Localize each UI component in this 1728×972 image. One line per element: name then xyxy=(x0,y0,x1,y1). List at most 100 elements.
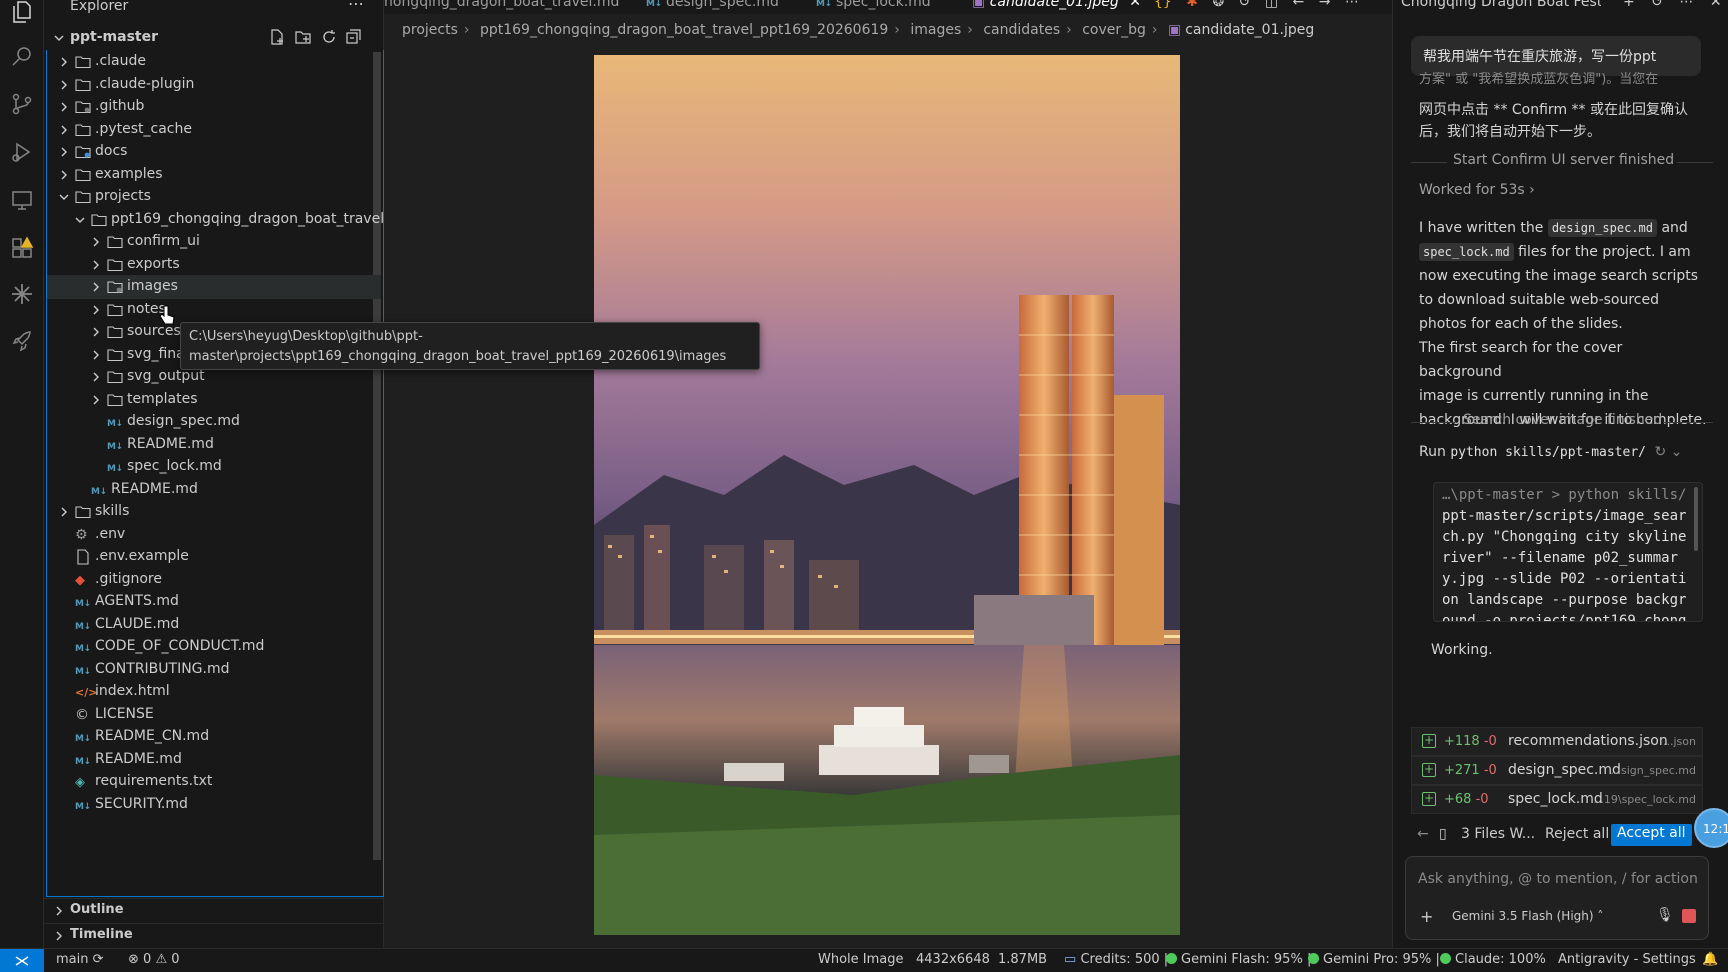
close-tab-icon[interactable]: ✕ xyxy=(1129,0,1141,10)
search-icon[interactable] xyxy=(10,44,34,68)
chat-input[interactable] xyxy=(1418,867,1698,891)
problems-indicator[interactable]: ⊗ 0 ⚠ 0 xyxy=(128,952,180,967)
chevron-down-icon[interactable]: ⌄ xyxy=(1671,444,1683,460)
extensions-warning-icon[interactable] xyxy=(10,236,34,260)
close-icon[interactable]: ✕ xyxy=(1710,0,1722,10)
branch-indicator[interactable]: main ⟳ xyxy=(56,952,104,967)
breadcrumb-item[interactable]: candidate_01.jpeg xyxy=(1185,22,1314,38)
claude-icon[interactable]: ✱ xyxy=(1186,0,1198,10)
breadcrumb-item[interactable]: candidates xyxy=(983,22,1060,38)
remote-explorer-icon[interactable] xyxy=(10,188,34,212)
stop-icon[interactable] xyxy=(1682,909,1696,923)
back-arrow-icon[interactable]: ← xyxy=(1293,0,1305,10)
more-actions-icon[interactable]: ⋯ xyxy=(1345,0,1359,10)
tree-file[interactable]: M↓ CLAUDE.md xyxy=(47,613,381,637)
tab-travel-md[interactable]: hongqing_dragon_boat_travel.md xyxy=(384,0,619,14)
new-file-icon[interactable] xyxy=(268,28,288,48)
tree-folder[interactable]: confirm_ui xyxy=(47,230,381,254)
breadcrumb-item[interactable]: projects xyxy=(402,22,458,38)
tree-folder[interactable]: notes xyxy=(47,298,381,322)
tree-folder[interactable]: .pytest_cache xyxy=(47,118,381,142)
tree-file[interactable]: M↓ CODE_OF_CONDUCT.md xyxy=(47,635,381,659)
tree-file[interactable]: M↓ README.md xyxy=(47,748,381,772)
tree-file[interactable]: M↓ SECURITY.md xyxy=(47,793,381,817)
history-icon[interactable]: ↺ xyxy=(1239,0,1251,10)
tree-folder[interactable]: images xyxy=(47,275,381,299)
tree-folder[interactable]: projects xyxy=(47,185,381,209)
braces-icon[interactable]: {} xyxy=(1154,0,1172,10)
new-chat-icon[interactable]: + xyxy=(1623,0,1635,10)
tree-file[interactable]: M↓ README_CN.md xyxy=(47,725,381,749)
claude-quota[interactable]: Claude: 100% xyxy=(1440,952,1546,967)
tree-item-label: examples xyxy=(95,165,163,182)
outline-section[interactable]: Outline xyxy=(44,898,384,922)
tree-folder[interactable]: templates xyxy=(47,388,381,412)
add-context-icon[interactable]: + xyxy=(1420,907,1433,926)
tree-file[interactable]: ◈ requirements.txt xyxy=(47,770,381,794)
tree-folder[interactable]: examples xyxy=(47,163,381,187)
microphone-icon[interactable]: 🎙 xyxy=(1656,907,1674,923)
tree-folder[interactable]: .github xyxy=(47,95,381,119)
gemini-flash-quota[interactable]: Gemini Flash: 95% | xyxy=(1166,952,1311,967)
sparkle-icon[interactable] xyxy=(10,282,34,306)
tree-file[interactable]: © LICENSE xyxy=(47,703,381,727)
run-debug-icon[interactable] xyxy=(10,140,34,164)
changed-file-row[interactable]: + +271 -0 design_spec.md ...sign_spec.md xyxy=(1411,756,1703,785)
tree-file[interactable]: M↓ README.md xyxy=(47,433,381,457)
tab-candidate-image[interactable]: ▣ candidate_01.jpeg ✕ xyxy=(972,0,1141,14)
credits-indicator[interactable]: ▭ Credits: 500 | xyxy=(1064,952,1168,967)
notifications-bell-icon[interactable]: 🔔 xyxy=(1702,952,1718,967)
collapse-all-icon[interactable] xyxy=(344,28,364,48)
explorer-icon[interactable] xyxy=(10,0,34,24)
chevron-right-icon: › xyxy=(1066,22,1072,38)
remote-indicator[interactable] xyxy=(0,949,44,972)
run-command-row[interactable]: Run python skills/ppt-master/ ↻ ⌄ xyxy=(1419,440,1682,465)
changed-file-row[interactable]: + +68 -0 spec_lock.md ...19\spec_lock.md xyxy=(1411,785,1703,814)
gemini-pro-quota[interactable]: Gemini Pro: 95% | xyxy=(1308,952,1440,967)
breadcrumb-item[interactable]: cover_bg xyxy=(1082,22,1146,38)
changed-file-row[interactable]: + +118 -0 recommendations.json ...json xyxy=(1411,727,1703,756)
rocket-icon[interactable] xyxy=(10,330,34,354)
tree-file[interactable]: M↓ README.md xyxy=(47,478,381,502)
tree-file[interactable]: M↓ CONTRIBUTING.md xyxy=(47,658,381,682)
forward-arrow-icon[interactable]: → xyxy=(1319,0,1331,10)
openai-icon[interactable]: ❂ xyxy=(1212,0,1224,10)
worked-for-toggle[interactable]: Worked for 53s › xyxy=(1419,182,1535,198)
workspace-root[interactable]: ppt-master xyxy=(44,26,384,50)
tree-file[interactable]: ◆ .gitignore xyxy=(47,568,381,592)
breadcrumb-item[interactable]: images xyxy=(910,22,961,38)
tab-spec-lock[interactable]: M↓ spec_lock.md xyxy=(816,0,931,14)
image-dimensions: 4432x6648 xyxy=(916,952,990,967)
timer-badge[interactable]: 12:1 xyxy=(1694,808,1728,848)
tree-folder[interactable]: exports xyxy=(47,253,381,277)
reject-all-button[interactable]: Reject all xyxy=(1545,826,1609,842)
accept-all-button[interactable]: Accept all xyxy=(1611,824,1692,846)
new-folder-icon[interactable] xyxy=(294,28,314,48)
view-mode[interactable]: Whole Image xyxy=(818,952,904,967)
tree-folder[interactable]: docs xyxy=(47,140,381,164)
more-actions-icon[interactable]: ⋯ xyxy=(348,0,364,13)
tree-folder[interactable]: .claude xyxy=(47,50,381,74)
split-editor-icon[interactable]: ◫ xyxy=(1265,0,1278,10)
working-status: Working. xyxy=(1431,642,1493,658)
refresh-icon[interactable] xyxy=(320,28,340,48)
tree-file[interactable]: M↓ AGENTS.md xyxy=(47,590,381,614)
tree-folder[interactable]: .claude-plugin xyxy=(47,73,381,97)
more-actions-icon[interactable]: ⋯ xyxy=(1679,0,1693,10)
tab-design-spec[interactable]: M↓ design_spec.md xyxy=(646,0,779,14)
source-control-icon[interactable] xyxy=(10,92,34,116)
back-arrow-icon[interactable]: ← xyxy=(1417,826,1429,842)
tree-file[interactable]: M↓ design_spec.md xyxy=(47,410,381,434)
settings-link[interactable]: Antigravity - Settings xyxy=(1558,952,1696,967)
tree-folder[interactable]: skills xyxy=(47,500,381,524)
tree-file[interactable]: .env.example xyxy=(47,545,381,569)
breadcrumb-item[interactable]: ppt169_chongqing_dragon_boat_travel_ppt1… xyxy=(480,22,888,38)
history-icon[interactable]: ↺ xyxy=(1651,0,1663,10)
code-scrollbar[interactable] xyxy=(1694,487,1698,551)
tree-file[interactable]: ⚙ .env xyxy=(47,523,381,547)
tree-file[interactable]: M↓ spec_lock.md xyxy=(47,455,381,479)
model-selector[interactable]: Gemini 3.5 Flash (High) ˄ xyxy=(1452,909,1603,923)
tree-folder[interactable]: ppt169_chongqing_dragon_boat_travel_... xyxy=(47,208,404,232)
timeline-section[interactable]: Timeline xyxy=(44,923,384,947)
tree-file[interactable]: </> index.html xyxy=(47,680,381,704)
